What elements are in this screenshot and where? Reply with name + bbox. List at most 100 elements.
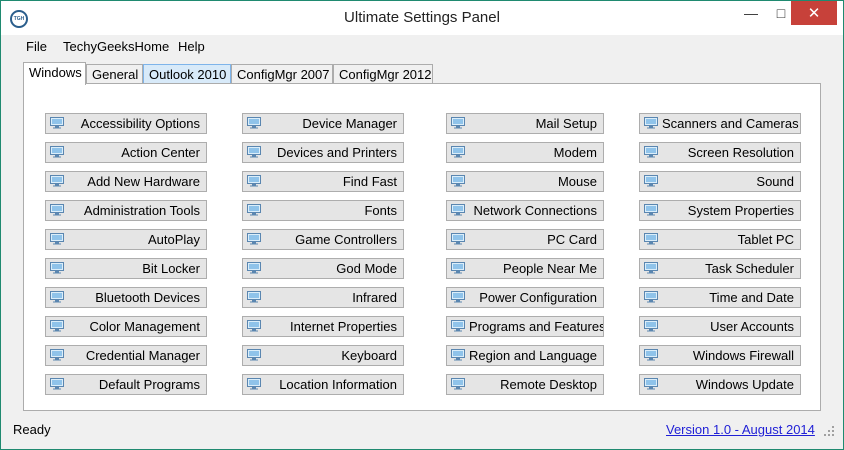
title-bar[interactable]: TGH Ultimate Settings Panel — □ ✕ xyxy=(1,1,843,35)
setting-button-label: Windows Update xyxy=(695,377,794,392)
control-panel-icon xyxy=(451,378,465,390)
tab-windows[interactable]: Windows xyxy=(23,62,86,85)
setting-button-label: Accessibility Options xyxy=(80,116,200,131)
control-panel-icon xyxy=(644,175,658,187)
setting-button-label: Location Information xyxy=(279,377,397,392)
setting-button-credential-manager[interactable]: Credential Manager xyxy=(45,345,207,366)
menu-file[interactable]: File xyxy=(26,39,47,54)
version-link[interactable]: Version 1.0 - August 2014 xyxy=(666,422,815,437)
tab-configmgr-2007[interactable]: ConfigMgr 2007 xyxy=(231,64,333,84)
control-panel-icon xyxy=(247,378,261,390)
control-panel-icon xyxy=(247,291,261,303)
setting-button-label: Internet Properties xyxy=(290,319,397,334)
setting-button-power-configuration[interactable]: Power Configuration xyxy=(446,287,604,308)
control-panel-icon xyxy=(451,233,465,245)
setting-button-label: God Mode xyxy=(336,261,397,276)
control-panel-icon xyxy=(644,291,658,303)
control-panel-icon xyxy=(644,262,658,274)
setting-button-remote-desktop[interactable]: Remote Desktop xyxy=(446,374,604,395)
setting-button-bit-locker[interactable]: Bit Locker xyxy=(45,258,207,279)
setting-button-autoplay[interactable]: AutoPlay xyxy=(45,229,207,250)
setting-button-fonts[interactable]: Fonts xyxy=(242,200,404,221)
menu-bar: File TechyGeeksHome Help xyxy=(1,35,843,59)
control-panel-icon xyxy=(50,204,64,216)
setting-button-find-fast[interactable]: Find Fast xyxy=(242,171,404,192)
tab-general[interactable]: General xyxy=(86,64,143,84)
setting-button-location-information[interactable]: Location Information xyxy=(242,374,404,395)
setting-button-keyboard[interactable]: Keyboard xyxy=(242,345,404,366)
setting-button-modem[interactable]: Modem xyxy=(446,142,604,163)
setting-button-label: Color Management xyxy=(89,319,200,334)
setting-button-label: Sound xyxy=(756,174,794,189)
setting-button-pc-card[interactable]: PC Card xyxy=(446,229,604,250)
control-panel-icon xyxy=(451,117,465,129)
setting-button-internet-properties[interactable]: Internet Properties xyxy=(242,316,404,337)
minimize-icon[interactable]: — xyxy=(736,1,766,25)
setting-button-label: AutoPlay xyxy=(147,232,200,247)
setting-button-network-connections[interactable]: Network Connections xyxy=(446,200,604,221)
setting-button-windows-update[interactable]: Windows Update xyxy=(639,374,801,395)
setting-button-bluetooth-devices[interactable]: Bluetooth Devices xyxy=(45,287,207,308)
setting-button-administration-tools[interactable]: Administration Tools xyxy=(45,200,207,221)
control-panel-icon xyxy=(247,320,261,332)
menu-help[interactable]: Help xyxy=(178,39,205,54)
setting-button-screen-resolution[interactable]: Screen Resolution xyxy=(639,142,801,163)
window-title: Ultimate Settings Panel xyxy=(344,9,500,26)
setting-button-people-near-me[interactable]: People Near Me xyxy=(446,258,604,279)
control-panel-icon xyxy=(451,146,465,158)
setting-button-mouse[interactable]: Mouse xyxy=(446,171,604,192)
tab-configmgr-2012[interactable]: ConfigMgr 2012 xyxy=(333,64,433,84)
tab-outlook-2010[interactable]: Outlook 2010 xyxy=(143,64,231,84)
setting-button-god-mode[interactable]: God Mode xyxy=(242,258,404,279)
status-bar: Ready Version 1.0 - August 2014 xyxy=(1,418,843,449)
setting-button-programs-and-features[interactable]: Programs and Features xyxy=(446,316,604,337)
setting-button-task-scheduler[interactable]: Task Scheduler xyxy=(639,258,801,279)
setting-button-label: PC Card xyxy=(547,232,597,247)
setting-button-devices-and-printers[interactable]: Devices and Printers xyxy=(242,142,404,163)
setting-button-label: Network Connections xyxy=(473,203,597,218)
setting-button-sound[interactable]: Sound xyxy=(639,171,801,192)
control-panel-icon xyxy=(644,146,658,158)
setting-button-user-accounts[interactable]: User Accounts xyxy=(639,316,801,337)
resize-grip-icon[interactable] xyxy=(823,425,835,437)
control-panel-icon xyxy=(644,378,658,390)
control-panel-icon xyxy=(644,349,658,361)
setting-button-color-management[interactable]: Color Management xyxy=(45,316,207,337)
menu-techygeekshome[interactable]: TechyGeeksHome xyxy=(63,39,169,54)
setting-button-tablet-pc[interactable]: Tablet PC xyxy=(639,229,801,250)
setting-button-label: Time and Date xyxy=(709,290,794,305)
setting-button-game-controllers[interactable]: Game Controllers xyxy=(242,229,404,250)
setting-button-label: User Accounts xyxy=(710,319,794,334)
setting-button-windows-firewall[interactable]: Windows Firewall xyxy=(639,345,801,366)
setting-button-infrared[interactable]: Infrared xyxy=(242,287,404,308)
setting-button-label: Task Scheduler xyxy=(705,261,794,276)
setting-button-label: Administration Tools xyxy=(83,203,200,218)
setting-button-label: Action Center xyxy=(121,145,200,160)
control-panel-icon xyxy=(50,233,64,245)
setting-button-mail-setup[interactable]: Mail Setup xyxy=(446,113,604,134)
setting-button-label: Bit Locker xyxy=(142,261,200,276)
setting-button-label: People Near Me xyxy=(503,261,597,276)
control-panel-icon xyxy=(451,175,465,187)
setting-button-add-new-hardware[interactable]: Add New Hardware xyxy=(45,171,207,192)
setting-button-action-center[interactable]: Action Center xyxy=(45,142,207,163)
control-panel-icon xyxy=(644,320,658,332)
close-icon[interactable]: ✕ xyxy=(791,1,837,25)
setting-button-device-manager[interactable]: Device Manager xyxy=(242,113,404,134)
control-panel-icon xyxy=(644,204,658,216)
setting-button-region-and-language[interactable]: Region and Language xyxy=(446,345,604,366)
setting-button-accessibility-options[interactable]: Accessibility Options xyxy=(45,113,207,134)
control-panel-icon xyxy=(247,204,261,216)
setting-button-label: Power Configuration xyxy=(479,290,597,305)
setting-button-label: Add New Hardware xyxy=(87,174,200,189)
setting-button-label: Mouse xyxy=(557,174,597,189)
setting-button-scanners-and-cameras[interactable]: Scanners and Cameras xyxy=(639,113,801,134)
setting-button-label: Screen Resolution xyxy=(687,145,794,160)
setting-button-default-programs[interactable]: Default Programs xyxy=(45,374,207,395)
control-panel-icon xyxy=(50,262,64,274)
app-window: TGH Ultimate Settings Panel — □ ✕ File T… xyxy=(0,0,844,450)
control-panel-icon xyxy=(247,233,261,245)
setting-button-time-and-date[interactable]: Time and Date xyxy=(639,287,801,308)
setting-button-label: Region and Language xyxy=(469,348,597,363)
setting-button-system-properties[interactable]: System Properties xyxy=(639,200,801,221)
